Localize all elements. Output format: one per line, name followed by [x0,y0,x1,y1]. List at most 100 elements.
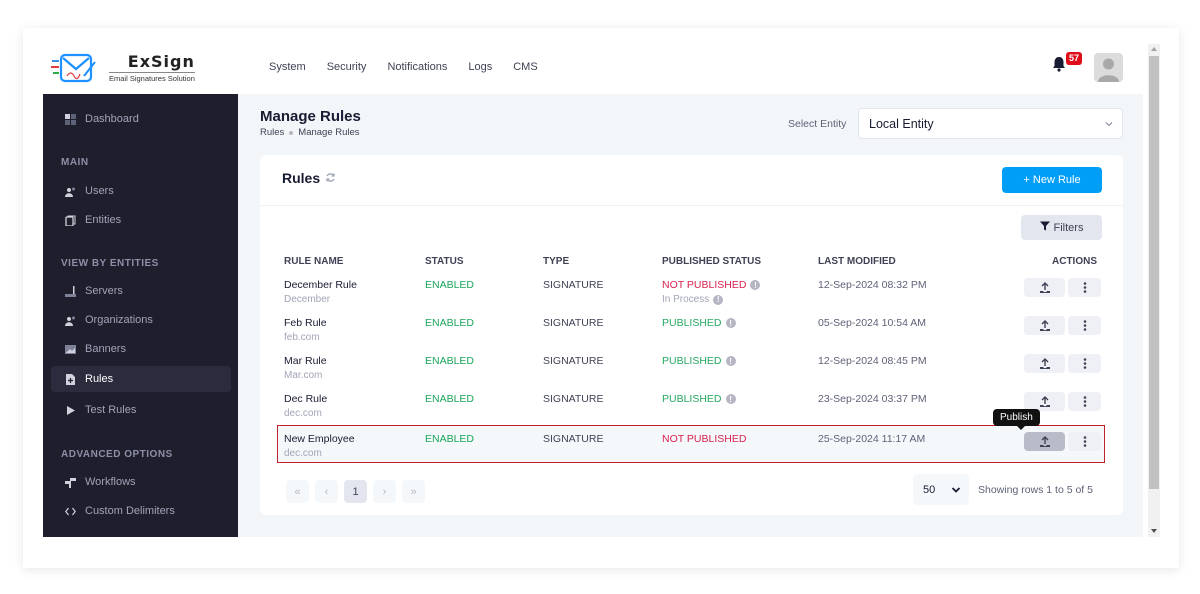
brand-logo[interactable]: ExSign Email Signatures Solution [51,52,195,84]
sidebar-item-label: Custom Delimiters [85,505,175,517]
published-status-text: NOT PUBLISHED [662,433,747,445]
refresh-icon[interactable] [325,170,336,186]
publish-tooltip: Publish [993,409,1040,430]
sidebar-item-banners[interactable]: Banners [51,336,231,362]
kebab-menu-icon [1083,396,1086,407]
publish-button[interactable] [1024,278,1065,297]
table-row: December Rule December ENABLED SIGNATURE… [277,273,1105,311]
filters-label: Filters [1053,221,1084,234]
sidebar-item-label: Workflows [85,476,136,488]
vertical-scrollbar[interactable] [1148,44,1160,537]
sidebar: Dashboard MAIN Users Entities VIEW BY EN… [43,94,238,537]
new-rule-button[interactable]: + New Rule [1002,167,1102,193]
upload-icon [1039,357,1050,369]
rule-domain: dec.com [284,408,322,419]
in-process-status: In Process ! [662,294,724,305]
rules-card: Rules + New Rule Filters RULE NAME STATU… [260,155,1123,515]
filters-button[interactable]: Filters [1021,215,1102,240]
publish-button[interactable] [1024,316,1065,335]
sidebar-item-test-rules[interactable]: Test Rules [51,397,231,423]
scroll-down-arrow-icon[interactable] [1151,529,1157,533]
filter-icon [1039,221,1050,234]
sidebar-item-users[interactable]: Users [51,178,231,204]
column-header-published-status[interactable]: PUBLISHED STATUS [662,256,761,267]
breadcrumb-rules[interactable]: Rules [260,127,284,138]
more-options-button[interactable] [1068,278,1101,297]
column-header-rule-name[interactable]: RULE NAME [284,256,343,267]
nav-system[interactable]: System [269,61,306,73]
rule-name[interactable]: Feb Rule [284,317,327,329]
scrollbar-thumb[interactable] [1149,56,1159,489]
last-page-button[interactable]: » [402,480,425,503]
info-icon[interactable]: ! [713,294,724,305]
info-icon[interactable]: ! [725,356,736,366]
kebab-menu-icon [1083,436,1086,447]
info-icon[interactable]: ! [750,280,761,290]
first-page-button[interactable]: « [286,480,309,503]
banners-icon [65,344,76,355]
sidebar-item-servers[interactable]: Servers [51,278,231,304]
status-badge: ENABLED [425,433,475,445]
user-avatar[interactable] [1094,53,1123,82]
rule-name[interactable]: New Employee [284,433,355,445]
dashboard-icon [65,113,76,125]
last-modified: 12-Sep-2024 08:45 PM [818,355,927,367]
published-status: PUBLISHED ! [662,393,736,405]
sidebar-item-custom-delimiters[interactable]: Custom Delimiters [51,498,231,524]
info-icon[interactable]: ! [725,318,736,328]
envelope-signature-icon [51,52,101,84]
column-header-actions: ACTIONS [1052,256,1097,267]
more-options-button[interactable] [1068,392,1101,411]
card-title: Rules [282,170,336,186]
column-header-status[interactable]: STATUS [425,256,464,267]
section-main: MAIN [61,157,89,168]
sidebar-item-dashboard[interactable]: Dashboard [51,106,231,132]
more-options-button[interactable] [1068,432,1101,451]
nav-cms[interactable]: CMS [513,61,537,73]
rule-name[interactable]: Dec Rule [284,393,327,405]
rule-domain: December [284,294,331,305]
rules-file-icon [65,373,76,385]
rule-type: SIGNATURE [543,393,604,405]
workflows-icon [65,477,76,488]
column-header-last-modified[interactable]: LAST MODIFIED [818,256,896,267]
page-title: Manage Rules [260,108,361,125]
column-header-type[interactable]: TYPE [543,256,569,267]
upload-icon [1039,319,1050,331]
scroll-up-arrow-icon[interactable] [1151,47,1157,51]
rule-type: SIGNATURE [543,355,604,367]
sidebar-item-rules[interactable]: Rules [51,366,231,392]
page-1-button[interactable]: 1 [344,480,367,503]
nav-notifications[interactable]: Notifications [387,61,447,73]
sidebar-item-entities[interactable]: Entities [51,207,231,233]
published-status-text: NOT PUBLISHED [662,279,747,291]
sidebar-item-organizations[interactable]: Organizations [51,307,231,333]
sidebar-item-workflows[interactable]: Workflows [51,469,231,495]
section-advanced-options: ADVANCED OPTIONS [61,449,173,460]
upload-icon [1039,395,1050,407]
table-row: Dec Rule dec.com ENABLED SIGNATURE PUBLI… [277,387,1105,425]
entity-select[interactable]: Local Entity [858,108,1123,139]
nav-security[interactable]: Security [327,61,367,73]
info-icon[interactable]: ! [725,394,736,404]
last-modified: 05-Sep-2024 10:54 AM [818,317,926,329]
bell-icon[interactable] [1051,56,1067,72]
prev-page-button[interactable]: ‹ [315,480,338,503]
next-page-button[interactable]: › [373,480,396,503]
page-size-value: 50 [923,483,936,496]
sidebar-item-label: Dashboard [85,113,139,125]
more-options-button[interactable] [1068,354,1101,373]
app-window: ExSign Email Signatures Solution System … [23,28,1179,568]
published-status-text: PUBLISHED [662,355,722,367]
publish-button[interactable] [1024,432,1065,451]
publish-button[interactable] [1024,354,1065,373]
page-size-select[interactable]: 50 [913,474,969,505]
more-options-button[interactable] [1068,316,1101,335]
kebab-menu-icon [1083,358,1086,369]
chevron-down-icon [1104,118,1114,132]
rule-name[interactable]: December Rule [284,279,357,291]
nav-logs[interactable]: Logs [468,61,492,73]
rule-name[interactable]: Mar Rule [284,355,327,367]
upload-icon [1039,435,1050,447]
top-nav: System Security Notifications Logs CMS [269,61,538,73]
